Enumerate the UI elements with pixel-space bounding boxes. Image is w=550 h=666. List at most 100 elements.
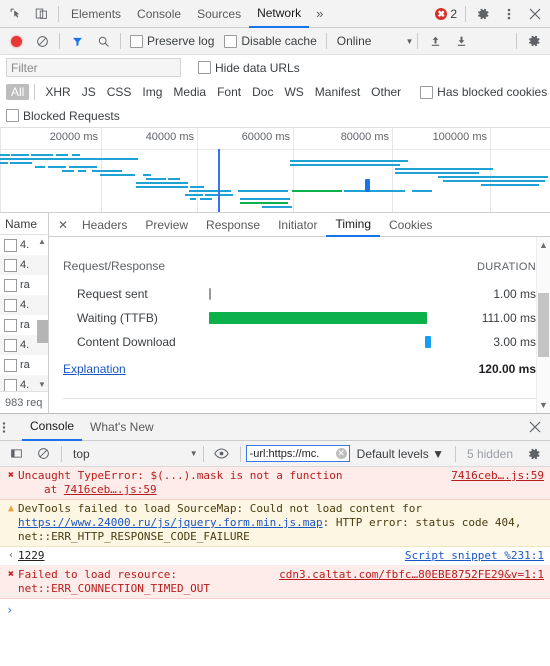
throttling-select[interactable]: Online ▼ bbox=[331, 34, 414, 48]
type-filter-js[interactable]: JS bbox=[77, 84, 101, 100]
drawer-tab-whats-new[interactable]: What's New bbox=[82, 414, 162, 440]
has-blocked-cookies-checkbox[interactable]: Has blocked cookies bbox=[415, 85, 550, 99]
request-row-checkbox[interactable] bbox=[4, 238, 17, 252]
execution-context-select[interactable]: top ▼ bbox=[67, 447, 198, 461]
console-message-source[interactable]: Script snippet %231:1 bbox=[397, 549, 544, 563]
detail-tab-response[interactable]: Response bbox=[197, 214, 269, 236]
request-row-checkbox[interactable] bbox=[4, 358, 17, 372]
console-messages[interactable]: ✖ Uncaught TypeError: $(...).mask is not… bbox=[0, 467, 550, 666]
disable-cache-checkbox[interactable]: Disable cache bbox=[219, 34, 321, 48]
console-message-source[interactable]: cdn3.caltat.com/fbfc…80EBE8752FE29&v=1:1 bbox=[271, 568, 544, 582]
close-drawer-icon[interactable] bbox=[522, 415, 548, 439]
request-list-header[interactable]: Name bbox=[0, 213, 48, 235]
scroll-up-icon[interactable]: ▲ bbox=[38, 237, 46, 246]
console-prompt[interactable]: › bbox=[0, 599, 550, 621]
overview-request-bar bbox=[136, 182, 188, 184]
search-icon[interactable] bbox=[90, 29, 116, 53]
net-divider-2 bbox=[120, 33, 121, 49]
detail-tab-cookies[interactable]: Cookies bbox=[380, 214, 441, 236]
type-filter-img[interactable]: Img bbox=[137, 84, 167, 100]
console-message-warning[interactable]: ▲ DevTools failed to load SourceMap: Cou… bbox=[0, 500, 550, 547]
tab-sources[interactable]: Sources bbox=[189, 1, 249, 27]
request-row-checkbox[interactable] bbox=[4, 298, 17, 312]
hide-data-urls-checkbox[interactable]: Hide data URLs bbox=[193, 61, 305, 75]
gear-icon[interactable] bbox=[470, 2, 496, 26]
sourcemap-url-link[interactable]: https://www.24000.ru/js/jquery.form.min.… bbox=[18, 516, 323, 529]
close-detail-icon[interactable]: ✕ bbox=[53, 218, 73, 232]
scroll-down-icon[interactable]: ▼ bbox=[38, 380, 46, 389]
type-filter-xhr[interactable]: XHR bbox=[40, 84, 75, 100]
request-row-checkbox[interactable] bbox=[4, 278, 17, 292]
detail-tab-timing[interactable]: Timing bbox=[326, 213, 381, 237]
timing-total-row: Explanation 120.00 ms bbox=[63, 354, 536, 376]
network-settings-gear-icon[interactable] bbox=[521, 29, 547, 53]
console-message-error[interactable]: ✖ Uncaught TypeError: $(...).mask is not… bbox=[0, 467, 550, 500]
console-sidebar-icon[interactable] bbox=[3, 442, 29, 466]
stack-link[interactable]: 7416ceb….js:59 bbox=[64, 483, 157, 496]
detail-tab-initiator[interactable]: Initiator bbox=[269, 214, 326, 236]
overview-request-bar bbox=[92, 170, 122, 172]
filter-input[interactable] bbox=[6, 58, 181, 77]
request-row-checkbox[interactable] bbox=[4, 318, 17, 332]
log-levels-select[interactable]: Default levels ▼ bbox=[351, 447, 450, 461]
tab-elements[interactable]: Elements bbox=[63, 1, 129, 27]
clear-filter-icon[interactable]: ✕ bbox=[335, 448, 347, 459]
clear-button[interactable] bbox=[29, 29, 55, 53]
type-filter-css[interactable]: CSS bbox=[102, 84, 137, 100]
import-har-icon[interactable] bbox=[422, 29, 448, 53]
request-row-checkbox[interactable] bbox=[4, 378, 17, 391]
console-message-error[interactable]: ✖ Failed to load resource: net::ERR_CONN… bbox=[0, 566, 550, 599]
detail-tab-preview[interactable]: Preview bbox=[136, 214, 197, 236]
console-message-info[interactable]: ‹ 1229 Script snippet %231:1 bbox=[0, 547, 550, 566]
request-row-checkbox[interactable] bbox=[4, 338, 17, 352]
type-divider bbox=[34, 84, 36, 100]
detail-tab-headers[interactable]: Headers bbox=[73, 214, 136, 236]
clear-console-icon[interactable] bbox=[30, 442, 56, 466]
console-filter-input[interactable]: -url:https://mc. ✕ bbox=[245, 445, 350, 462]
request-rows[interactable]: 4. 4. ra 4. ra 4. ra 4. ▲ ▼ bbox=[0, 235, 48, 391]
scroll-thumb[interactable] bbox=[37, 320, 48, 343]
blocked-requests-checkbox[interactable]: Blocked Requests bbox=[6, 109, 125, 123]
timing-scrollbar[interactable]: ▲ ▼ bbox=[536, 237, 550, 413]
overview-tick-100000: 100000 ms bbox=[433, 128, 491, 212]
type-filter-all[interactable]: All bbox=[6, 84, 30, 100]
console-message-source[interactable]: 7416ceb….js:59 bbox=[443, 469, 544, 483]
request-list-scrollbar[interactable]: ▲ ▼ bbox=[37, 235, 48, 391]
drawer-tab-console[interactable]: Console bbox=[22, 413, 83, 441]
kebab-menu-icon[interactable] bbox=[496, 2, 522, 26]
export-har-icon[interactable] bbox=[448, 29, 474, 53]
live-expression-icon[interactable] bbox=[209, 442, 235, 466]
type-filter-doc[interactable]: Doc bbox=[247, 84, 278, 100]
timing-section-header: Request/Response DURATION bbox=[63, 259, 536, 282]
tab-network[interactable]: Network bbox=[249, 0, 310, 28]
preserve-log-checkbox[interactable]: Preserve log bbox=[125, 34, 219, 48]
resource-type-filters: All XHR JS CSS Img Media Font Doc WS Man… bbox=[0, 80, 550, 104]
type-filter-font[interactable]: Font bbox=[212, 84, 246, 100]
request-row-checkbox[interactable] bbox=[4, 258, 17, 272]
network-overview-waterfall[interactable]: 20000 ms 40000 ms 60000 ms 80000 ms 1000… bbox=[0, 128, 550, 213]
type-filter-media[interactable]: Media bbox=[168, 84, 211, 100]
prompt-caret-icon: › bbox=[6, 603, 14, 617]
console-settings-gear-icon[interactable] bbox=[521, 442, 547, 466]
type-filter-other[interactable]: Other bbox=[366, 84, 406, 100]
kebab-menu-icon[interactable] bbox=[2, 421, 22, 434]
console-drawer: Console What's New top ▼ -url:https://mc… bbox=[0, 414, 550, 666]
scroll-thumb[interactable] bbox=[538, 293, 549, 357]
explanation-link[interactable]: Explanation bbox=[63, 362, 450, 376]
expand-arrow-icon[interactable]: ‹ bbox=[4, 549, 18, 563]
tab-console[interactable]: Console bbox=[129, 1, 189, 27]
more-tabs-icon[interactable]: » bbox=[309, 6, 330, 21]
type-filter-manifest[interactable]: Manifest bbox=[310, 84, 365, 100]
inspect-element-icon[interactable] bbox=[2, 2, 28, 26]
type-filter-ws[interactable]: WS bbox=[279, 84, 308, 100]
device-toolbar-icon[interactable] bbox=[28, 2, 54, 26]
timing-row: Waiting (TTFB) 111.00 ms bbox=[63, 306, 536, 330]
overview-time-marker[interactable] bbox=[218, 149, 220, 212]
filter-icon[interactable] bbox=[64, 29, 90, 53]
overview-selected-request[interactable] bbox=[365, 179, 370, 192]
error-count-badge[interactable]: ✖ 2 bbox=[435, 7, 461, 21]
close-icon[interactable] bbox=[522, 2, 548, 26]
scroll-up-icon[interactable]: ▲ bbox=[539, 240, 548, 250]
record-button[interactable] bbox=[3, 29, 29, 53]
scroll-down-icon[interactable]: ▼ bbox=[539, 400, 548, 410]
